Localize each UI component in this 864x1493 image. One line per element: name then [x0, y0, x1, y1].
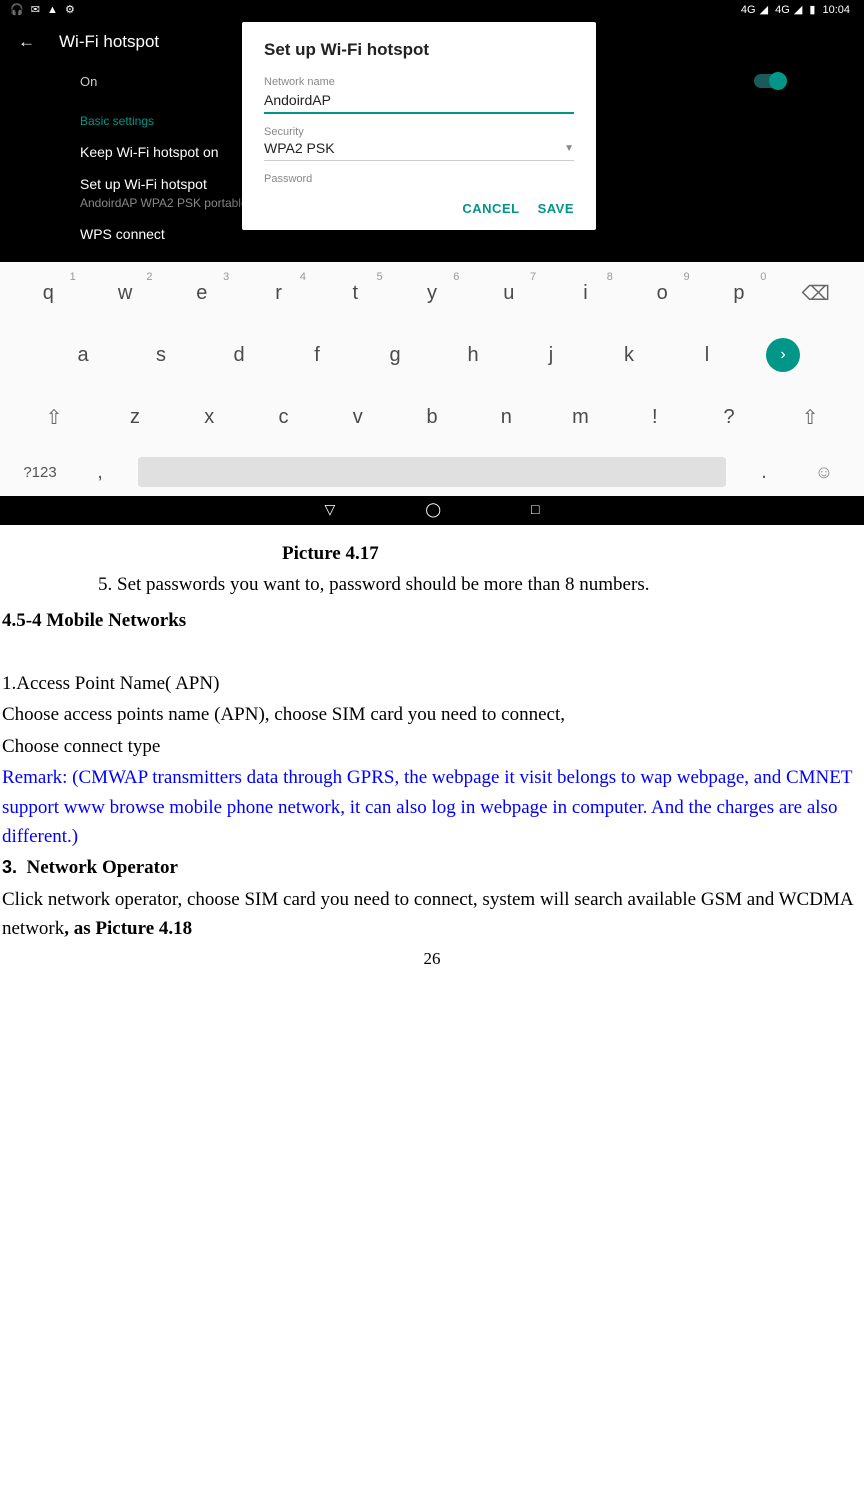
- network-name-label: Network name: [264, 76, 574, 88]
- signal-icon-2: ◢: [794, 4, 802, 16]
- key-y[interactable]: y6: [397, 269, 468, 317]
- key-w[interactable]: w2: [90, 269, 161, 317]
- android-navbar: ▽ ◯ □: [0, 496, 864, 525]
- key-f[interactable]: f: [281, 331, 353, 379]
- shift-key-right[interactable]: ⇧: [769, 393, 851, 441]
- remark-text: Remark: (CMWAP transmitters data through…: [2, 763, 862, 851]
- android-screenshot: 🎧 ✉ ▲ ⚙ 4G◢ 4G◢ ▮ 10:04 ← Wi-Fi hotspot …: [0, 0, 864, 525]
- security-select[interactable]: WPA2 PSK ▼: [264, 138, 574, 161]
- key-b[interactable]: b: [398, 393, 466, 441]
- key-s[interactable]: s: [125, 331, 197, 379]
- soft-keyboard: q1w2e3r4t5y6u7i8o9p0⌫ asdfghjkl› ⇧zxcvbn…: [0, 262, 864, 496]
- hotspot-toggle[interactable]: [754, 74, 784, 88]
- setup-hotspot-dialog: Set up Wi-Fi hotspot Network name Securi…: [242, 22, 596, 230]
- go-key[interactable]: ›: [766, 338, 800, 372]
- nav-home-icon[interactable]: ◯: [425, 502, 441, 519]
- key-p[interactable]: p0: [704, 269, 775, 317]
- key-i[interactable]: i8: [550, 269, 621, 317]
- screen-title: Wi-Fi hotspot: [59, 32, 159, 52]
- period-key[interactable]: .: [734, 452, 794, 492]
- security-value: WPA2 PSK: [264, 140, 335, 156]
- key-o[interactable]: o9: [627, 269, 698, 317]
- nav-back-icon[interactable]: ▽: [325, 502, 336, 519]
- figure-caption: Picture 4.17: [2, 539, 862, 568]
- key-x[interactable]: x: [175, 393, 243, 441]
- comma-key[interactable]: ,: [70, 452, 130, 492]
- key-?[interactable]: ?: [695, 393, 763, 441]
- dialog-title: Set up Wi-Fi hotspot: [264, 40, 574, 60]
- back-icon[interactable]: ←: [18, 32, 35, 52]
- status-bar: 🎧 ✉ ▲ ⚙ 4G ◢ 4G ◢ ▮ 10:04: [0, 0, 864, 18]
- apn-line-1: 1.Access Point Name( APN): [2, 669, 862, 698]
- mail-icon: ✉: [31, 4, 40, 16]
- list-item-5: Set passwords you want to, password shou…: [98, 570, 862, 599]
- on-label: On: [80, 74, 97, 89]
- headset-icon: 🎧: [10, 4, 24, 16]
- key-c[interactable]: c: [249, 393, 317, 441]
- key-v[interactable]: v: [324, 393, 392, 441]
- key-m[interactable]: m: [546, 393, 614, 441]
- battery-icon: ▮: [809, 4, 815, 16]
- password-label: Password: [264, 173, 574, 185]
- operator-text: Click network operator, choose SIM card …: [2, 885, 862, 944]
- heading-4-5-4: 4.5-4 Mobile Networks: [2, 606, 862, 635]
- key-g[interactable]: g: [359, 331, 431, 379]
- item-3-number: 3.: [2, 857, 17, 877]
- key-a[interactable]: a: [47, 331, 119, 379]
- network-name-input[interactable]: [264, 88, 574, 114]
- symbols-key[interactable]: ?123: [10, 452, 70, 492]
- emoji-key[interactable]: ☺: [794, 452, 854, 492]
- document-body: Picture 4.17 Set passwords you want to, …: [0, 525, 864, 972]
- key-l[interactable]: l: [671, 331, 743, 379]
- network-4g-1: 4G: [741, 4, 756, 16]
- settings-icon: ⚙: [65, 4, 75, 16]
- dropdown-icon: ▼: [564, 143, 574, 154]
- play-icon: ▲: [47, 4, 58, 16]
- key-q[interactable]: q1: [13, 269, 84, 317]
- cancel-button[interactable]: CANCEL: [462, 201, 519, 216]
- nav-recent-icon[interactable]: □: [531, 503, 539, 519]
- apn-line-2: Choose access points name (APN), choose …: [2, 700, 862, 729]
- page-number: 26: [2, 946, 862, 972]
- key-e[interactable]: e3: [166, 269, 237, 317]
- spacebar-key[interactable]: [138, 457, 726, 487]
- signal-icon-1: ◢: [760, 4, 768, 16]
- apn-line-3: Choose connect type: [2, 732, 862, 761]
- key-![interactable]: !: [621, 393, 689, 441]
- key-n[interactable]: n: [472, 393, 540, 441]
- key-r[interactable]: r4: [243, 269, 314, 317]
- key-d[interactable]: d: [203, 331, 275, 379]
- backspace-key[interactable]: ⌫: [780, 269, 851, 317]
- key-u[interactable]: u7: [473, 269, 544, 317]
- network-4g-2: 4G: [775, 4, 790, 16]
- save-button[interactable]: SAVE: [538, 201, 574, 216]
- security-label: Security: [264, 126, 574, 138]
- key-k[interactable]: k: [593, 331, 665, 379]
- item-3-title: Network Operator: [27, 857, 178, 878]
- key-t[interactable]: t5: [320, 269, 391, 317]
- key-j[interactable]: j: [515, 331, 587, 379]
- key-h[interactable]: h: [437, 331, 509, 379]
- key-z[interactable]: z: [101, 393, 169, 441]
- shift-key-left[interactable]: ⇧: [13, 393, 95, 441]
- clock: 10:04: [822, 4, 850, 16]
